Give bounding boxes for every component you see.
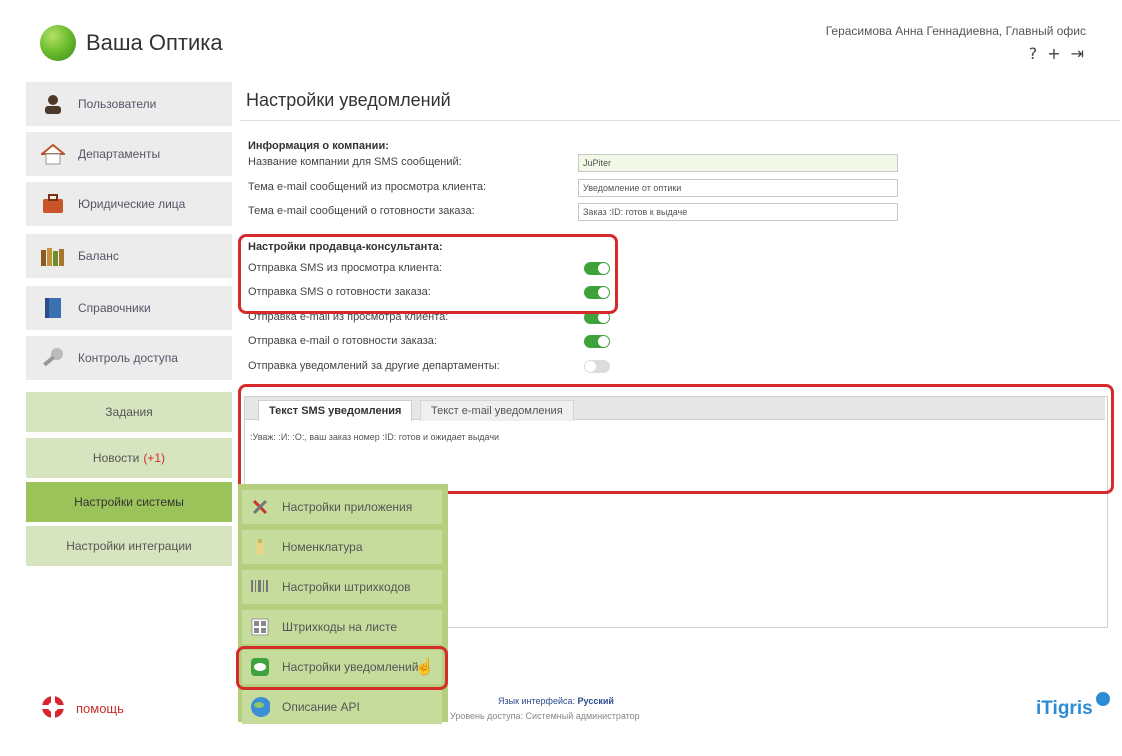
sidebar-item-departments[interactable]: Департаменты xyxy=(26,132,232,176)
sidebar-item-label: Департаменты xyxy=(78,147,161,161)
email-order-ready-label: Отправка e-mail о готовности заказа: xyxy=(248,335,437,347)
current-user: Герасимова Анна Геннадиевна, Главный офи… xyxy=(825,24,1086,38)
header-actions: ? + ⇥ xyxy=(1029,44,1084,63)
submenu-item-label: Настройки штрихкодов xyxy=(282,580,411,594)
sidebar-item-users[interactable]: Пользователи xyxy=(26,82,232,126)
highlight-sms-settings xyxy=(238,234,618,314)
news-badge: (+1) xyxy=(143,451,166,465)
email-subject-client-label: Тема e-mail сообщений из просмотра клиен… xyxy=(248,181,487,193)
email-order-ready-toggle[interactable] xyxy=(584,335,610,348)
notebook-icon xyxy=(40,295,66,321)
page-title: Настройки уведомлений xyxy=(246,90,451,110)
sidebar-item-news[interactable]: Новости (+1) xyxy=(26,438,232,478)
sidebar-item-tasks[interactable]: Задания xyxy=(26,392,232,432)
brand-logo: iTigris xyxy=(1036,698,1093,719)
app-name: Ваша Оптика xyxy=(86,30,223,55)
books-icon xyxy=(40,243,66,269)
access-level: Уровень доступа: Системный администратор xyxy=(450,711,640,721)
help-link[interactable]: помощь xyxy=(40,694,124,723)
highlight-notification-settings xyxy=(236,646,448,690)
highlight-sms-text xyxy=(238,384,1114,494)
submenu-item-label: Настройки приложения xyxy=(282,500,413,514)
company-heading: Информация о компании: xyxy=(248,140,389,152)
app-logo[interactable]: Ваша Оптика xyxy=(40,25,223,61)
interface-language[interactable]: Язык интерфейса: Русский xyxy=(498,696,614,706)
sidebar-item-label: Контроль доступа xyxy=(78,351,178,365)
logo-icon xyxy=(40,25,76,61)
barcode-icon xyxy=(250,577,270,597)
submenu-item-barcodes-sheet[interactable]: Штрихкоды на листе xyxy=(242,610,442,644)
lang-label: Язык интерфейса: xyxy=(498,696,576,706)
email-subject-client-field[interactable]: Уведомление от оптики xyxy=(578,179,898,197)
sidebar-item-label: Настройки системы xyxy=(74,495,184,509)
company-name-field[interactable]: JuPiter xyxy=(578,154,898,172)
submenu-item-label: Номенклатура xyxy=(282,540,363,554)
email-subject-ready-label: Тема e-mail сообщений о готовности заказ… xyxy=(248,205,475,217)
sidebar-item-dictionaries[interactable]: Справочники xyxy=(26,286,232,330)
key-icon xyxy=(40,345,66,371)
email-subject-ready-field[interactable]: Заказ :ID: готов к выдаче xyxy=(578,203,898,221)
barcode-sheet-icon xyxy=(250,617,270,637)
logout-icon[interactable]: ⇥ xyxy=(1071,44,1084,63)
submenu-item-label: Описание API xyxy=(282,700,360,714)
submenu-item-label: Штрихкоды на листе xyxy=(282,620,398,634)
sidebar-item-label: Справочники xyxy=(78,301,151,315)
lifebuoy-icon xyxy=(40,694,66,723)
other-departments-toggle[interactable] xyxy=(584,360,610,373)
sidebar-item-legal-entities[interactable]: Юридические лица xyxy=(26,182,232,226)
submenu-item-nomenclature[interactable]: Номенклатура xyxy=(242,530,442,564)
sidebar-item-label: Новости xyxy=(92,451,140,465)
title-divider xyxy=(240,120,1120,121)
globe-icon xyxy=(250,697,270,717)
sidebar-item-integration-settings[interactable]: Настройки интеграции xyxy=(26,526,232,566)
sidebar-item-label: Юридические лица xyxy=(78,197,186,211)
sidebar-item-label: Баланс xyxy=(78,249,119,263)
sidebar-item-system-settings[interactable]: Настройки системы xyxy=(26,482,232,522)
help-icon[interactable]: ? xyxy=(1029,44,1038,63)
brand-dot-icon xyxy=(1096,692,1110,706)
sidebar-item-access-control[interactable]: Контроль доступа xyxy=(26,336,232,380)
house-icon xyxy=(40,141,66,167)
add-icon[interactable]: + xyxy=(1047,44,1060,63)
lang-value: Русский xyxy=(577,696,614,706)
user-icon xyxy=(40,91,66,117)
submenu-item-api-description[interactable]: Описание API xyxy=(242,690,442,724)
tools-icon xyxy=(250,497,270,517)
submenu-item-barcode-settings[interactable]: Настройки штрихкодов xyxy=(242,570,442,604)
submenu-item-app-settings[interactable]: Настройки приложения xyxy=(242,490,442,524)
help-label: помощь xyxy=(76,701,124,716)
sidebar-item-label: Настройки интеграции xyxy=(66,539,192,553)
sidebar-item-balance[interactable]: Баланс xyxy=(26,234,232,278)
bottle-icon xyxy=(250,537,270,557)
company-name-label: Название компании для SMS сообщений: xyxy=(248,156,462,168)
other-departments-label: Отправка уведомлений за другие департаме… xyxy=(248,360,500,372)
sidebar-item-label: Задания xyxy=(105,405,153,419)
briefcase-icon xyxy=(40,191,66,217)
sidebar-item-label: Пользователи xyxy=(78,97,157,111)
